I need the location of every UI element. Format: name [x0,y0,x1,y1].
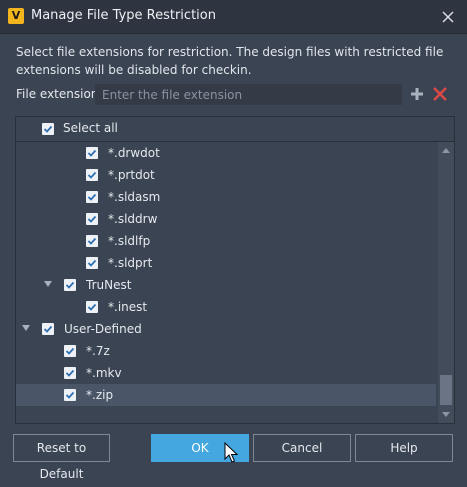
checkmark-icon [65,347,75,355]
file-extension-input[interactable] [95,84,402,105]
checkmark-icon [43,325,53,333]
close-icon [442,11,454,23]
tree-row[interactable]: *.prtdot [16,164,436,186]
tree-row[interactable]: *.sldlfp [16,230,436,252]
add-extension-button[interactable] [408,85,426,103]
tree-row[interactable]: *.inest [16,296,436,318]
tree-row[interactable]: *.slddrw [16,208,436,230]
plus-icon [411,88,423,100]
tree-row[interactable]: *.sldprt [16,252,436,274]
file-extension-label: File extension: [16,87,103,101]
checkmark-icon [87,215,97,223]
scroll-thumb[interactable] [440,375,452,405]
row-checkbox[interactable] [86,169,98,181]
checkmark-icon [87,303,97,311]
tree-row-label: *.prtdot [108,168,155,182]
row-checkbox[interactable] [86,235,98,247]
help-button[interactable]: Help [355,434,453,462]
remove-extension-button[interactable] [431,85,449,103]
row-checkbox[interactable] [42,323,54,335]
tree-row-label: TruNest [86,278,132,292]
tree-row-label: *.zip [86,388,114,402]
tree-row-label: *.7z [86,344,110,358]
tree-row[interactable]: *.drwdot [16,142,436,164]
tree-row-label: *.sldprt [108,256,153,270]
row-checkbox[interactable] [86,301,98,313]
dialog-title: Manage File Type Restriction [31,8,216,23]
tree-row[interactable]: *.zip [16,384,436,406]
checkmark-icon [65,391,75,399]
x-icon [433,87,447,101]
expand-arrow-icon[interactable] [22,325,30,331]
close-button[interactable] [437,6,459,28]
checkmark-icon [43,125,53,133]
reset-to-default-button[interactable]: Reset to Default [13,434,110,481]
checkmark-icon [87,149,97,157]
tree-row-label: *.sldlfp [108,234,151,248]
tree-row-label: User-Defined [64,322,142,336]
row-checkbox[interactable] [64,345,76,357]
checkmark-icon [65,281,75,289]
row-checkbox[interactable] [86,213,98,225]
tree-row-label: *.sldasm [108,190,161,204]
row-checkbox[interactable] [86,147,98,159]
checkmark-icon [87,237,97,245]
dialog-description: Select file extensions for restriction. … [16,45,444,77]
row-checkbox[interactable] [86,257,98,269]
select-all-label: Select all [63,121,118,135]
tree-row[interactable]: *.mkv [16,362,436,384]
checkmark-icon [65,369,75,377]
scroll-down-icon[interactable] [442,412,450,417]
select-all-row[interactable]: Select all [16,117,454,142]
expand-arrow-icon[interactable] [44,281,52,287]
app-logo-icon: V [8,8,24,24]
row-checkbox[interactable] [64,367,76,379]
mouse-cursor-icon [224,442,238,463]
tree-scrollbar[interactable] [438,142,454,423]
scroll-up-icon[interactable] [442,148,450,153]
checkmark-icon [87,259,97,267]
tree-row-label: *.slddrw [108,212,158,226]
tree-row[interactable]: *.7z [16,340,436,362]
cancel-button[interactable]: Cancel [253,434,351,462]
select-all-checkbox[interactable] [42,123,54,135]
file-type-tree[interactable]: Select all *.drwdot *.prtdot *.sldasm *.sld… [15,116,455,424]
checkmark-icon [87,193,97,201]
checkmark-icon [87,171,97,179]
tree-row[interactable]: *.sldasm [16,186,436,208]
tree-row[interactable]: User-Defined [16,318,436,340]
tree-row-label: *.mkv [86,366,122,380]
row-checkbox[interactable] [86,191,98,203]
row-checkbox[interactable] [64,279,76,291]
row-checkbox[interactable] [64,389,76,401]
title-bar: V Manage File Type Restriction [0,0,467,34]
tree-row[interactable]: TruNest [16,274,436,296]
tree-row-label: *.inest [108,300,148,314]
tree-row-label: *.drwdot [108,146,160,160]
